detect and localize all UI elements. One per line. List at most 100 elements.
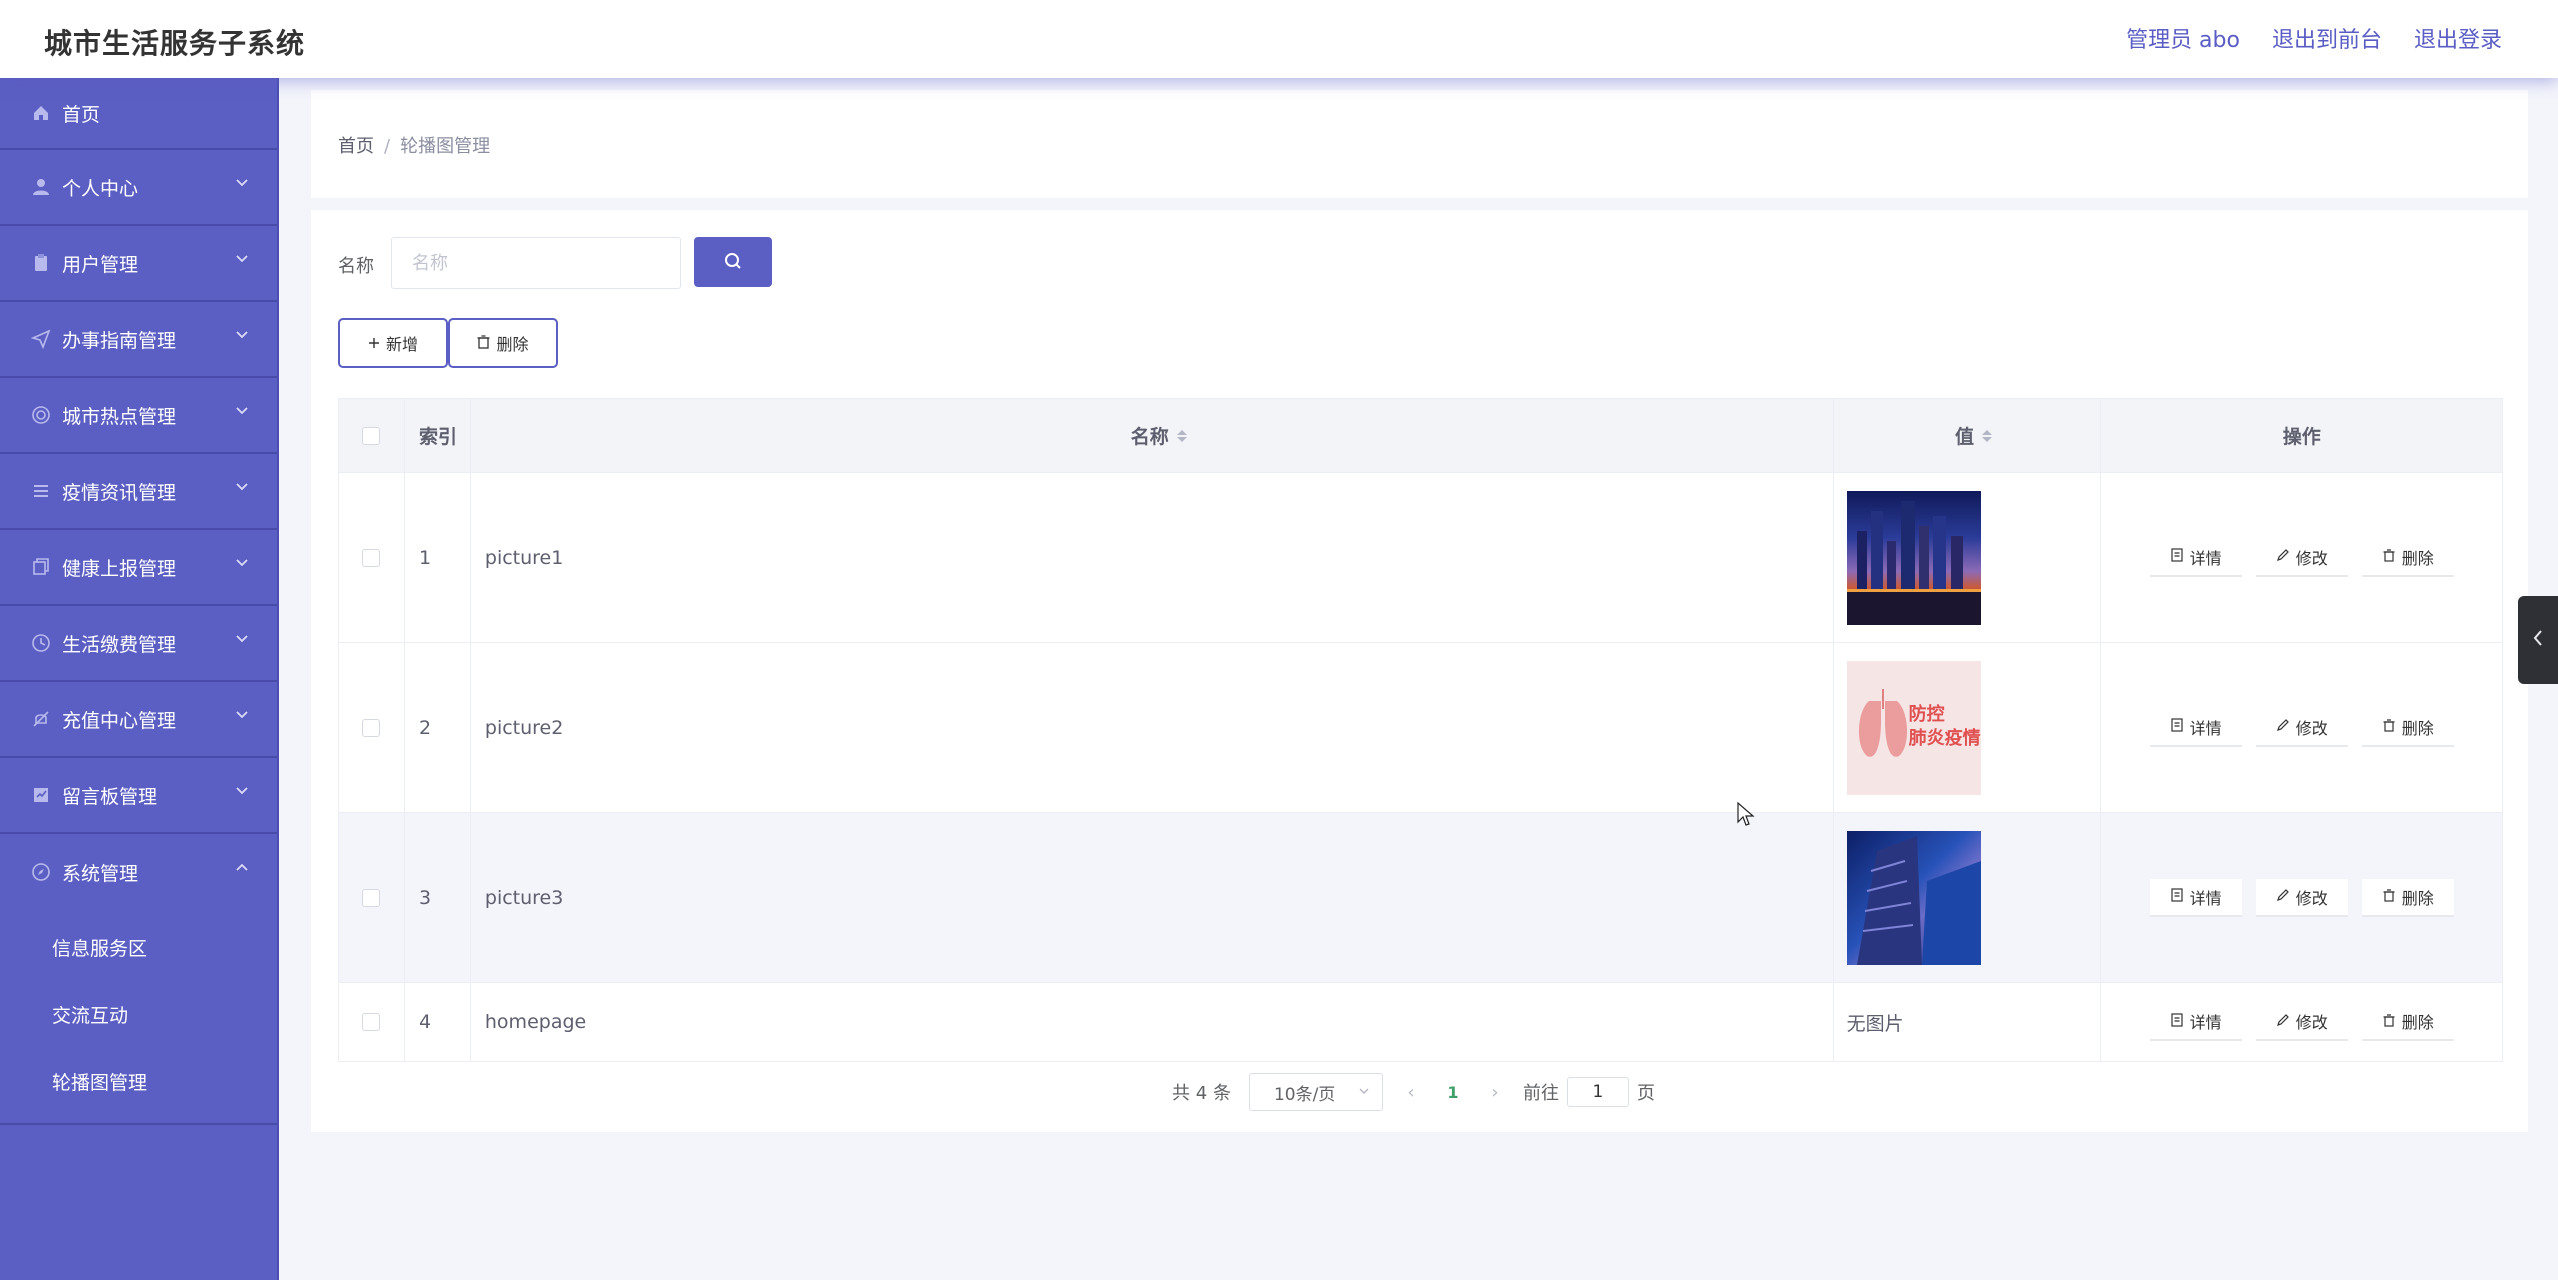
header-value[interactable]: 值 xyxy=(1834,399,2102,472)
detail-button[interactable]: 详情 xyxy=(2149,878,2242,917)
sidebar-item-system[interactable]: 系统管理 xyxy=(0,834,277,910)
edit-icon xyxy=(2276,1012,2290,1031)
row-check-cell xyxy=(339,813,405,982)
delete-button[interactable]: 删除 xyxy=(2361,878,2454,917)
row-checkbox[interactable] xyxy=(362,1013,381,1031)
edit-button[interactable]: 修改 xyxy=(2255,878,2348,917)
city-night-thumbnail[interactable] xyxy=(1846,490,1981,625)
detail-label: 详情 xyxy=(2189,548,2222,568)
sort-icon[interactable] xyxy=(1982,429,1993,442)
delete-label: 删除 xyxy=(2401,888,2434,908)
edit-label: 修改 xyxy=(2295,1013,2328,1032)
page-unit-label: 页 xyxy=(1636,1083,1655,1104)
row-checkbox[interactable] xyxy=(362,548,381,567)
total-count: 共 4 条 xyxy=(1172,1083,1231,1104)
row-check-cell xyxy=(339,643,405,812)
header-name[interactable]: 名称 xyxy=(471,399,1834,472)
delete-button[interactable]: 删除 xyxy=(2361,1003,2454,1041)
sidebar-item-home[interactable]: 首页 xyxy=(0,78,277,150)
page-jumper: 前往 页 xyxy=(1523,1077,1655,1107)
sidebar-item-message-board[interactable]: 留言板管理 xyxy=(0,758,277,834)
sidebar-item-hotspot[interactable]: 城市热点管理 xyxy=(0,378,277,454)
row-check-cell xyxy=(339,983,405,1061)
table-row: 2 picture2 防控 肺炎疫情 详情 修改 删除 xyxy=(339,643,2502,813)
sidebar-item-epidemic-news[interactable]: 疫情资讯管理 xyxy=(0,454,277,530)
page-number-current[interactable]: 1 xyxy=(1439,1083,1467,1102)
edit-label: 修改 xyxy=(2295,888,2328,908)
add-button-label: 新增 xyxy=(385,335,418,354)
sidebar-item-users[interactable]: 用户管理 xyxy=(0,226,277,302)
exit-to-front-link[interactable]: 退出到前台 xyxy=(2272,22,2382,54)
header-value-label: 值 xyxy=(1955,426,1975,448)
row-index: 2 xyxy=(405,643,471,812)
sidebar-item-guide[interactable]: 办事指南管理 xyxy=(0,302,277,378)
data-table: 索引 名称 值 操作 1 picture1 详情 修改 删除 2 picture… xyxy=(338,398,2503,1062)
select-all-checkbox[interactable] xyxy=(362,426,381,445)
send-icon xyxy=(30,328,52,350)
breadcrumb-home[interactable]: 首页 xyxy=(338,136,374,157)
trash-icon xyxy=(2382,547,2396,566)
detail-button[interactable]: 详情 xyxy=(2149,708,2242,747)
page-size-select[interactable]: 10条/页 xyxy=(1248,1073,1383,1111)
row-index: 1 xyxy=(405,473,471,642)
search-input[interactable] xyxy=(391,237,681,289)
edit-icon xyxy=(2276,547,2290,566)
row-checkbox[interactable] xyxy=(362,718,381,737)
sidebar-item-bills[interactable]: 生活缴费管理 xyxy=(0,606,277,682)
clipboard-icon xyxy=(30,252,52,274)
edit-button[interactable]: 修改 xyxy=(2255,708,2348,747)
row-checkbox[interactable] xyxy=(362,888,381,907)
edit-button[interactable]: 修改 xyxy=(2255,1003,2348,1041)
delete-button[interactable]: 删除 xyxy=(2361,708,2454,747)
row-ops: 详情 修改 删除 xyxy=(2101,473,2502,642)
sidebar-item-recharge[interactable]: 充值中心管理 xyxy=(0,682,277,758)
sidebar-item-personal-center[interactable]: 个人中心 xyxy=(0,150,277,226)
next-page-button[interactable]: › xyxy=(1485,1082,1505,1103)
detail-button[interactable]: 详情 xyxy=(2149,538,2242,577)
prev-page-button[interactable]: ‹ xyxy=(1401,1082,1421,1103)
add-button[interactable]: 新增 xyxy=(338,318,448,368)
top-header: 城市生活服务子系统 管理员 abo 退出到前台 退出登录 xyxy=(0,0,2558,78)
detail-label: 详情 xyxy=(2189,888,2222,908)
sidebar-item-label: 城市热点管理 xyxy=(62,405,177,428)
search-button[interactable] xyxy=(694,237,772,287)
sidebar-item-health-report[interactable]: 健康上报管理 xyxy=(0,530,277,606)
system-submenu: 信息服务区 交流互动 轮播图管理 xyxy=(0,910,277,1125)
detail-button[interactable]: 详情 xyxy=(2149,1003,2242,1041)
goto-label: 前往 xyxy=(1522,1083,1559,1104)
submenu-item-info-service[interactable]: 信息服务区 xyxy=(0,914,277,981)
building-thumbnail[interactable] xyxy=(1846,830,1981,965)
chevron-down-icon xyxy=(235,480,249,494)
goto-page-input[interactable] xyxy=(1566,1077,1629,1107)
plus-icon xyxy=(368,334,380,353)
chevron-down-icon xyxy=(235,632,249,646)
epidemic-poster-thumbnail[interactable]: 防控 肺炎疫情 xyxy=(1846,660,1981,795)
delete-button[interactable]: 删除 xyxy=(2361,538,2454,577)
submenu-item-carousel[interactable]: 轮播图管理 xyxy=(0,1048,277,1115)
delete-label: 删除 xyxy=(2401,1013,2434,1032)
breadcrumb: 首页 / 轮播图管理 xyxy=(338,132,490,158)
submenu-item-interaction[interactable]: 交流互动 xyxy=(0,981,277,1048)
chevron-down-icon xyxy=(235,328,249,342)
logout-link[interactable]: 退出登录 xyxy=(2414,22,2502,54)
row-value: 无图片 xyxy=(1834,983,2102,1061)
row-name: homepage xyxy=(471,983,1834,1061)
detail-label: 详情 xyxy=(2189,1013,2222,1032)
user-icon xyxy=(30,176,52,198)
poster-text: 防控 肺炎疫情 xyxy=(1908,703,1981,749)
trash-icon xyxy=(477,334,490,353)
batch-delete-button[interactable]: 删除 xyxy=(448,318,558,368)
chevron-down-icon xyxy=(235,556,249,570)
edit-button[interactable]: 修改 xyxy=(2255,538,2348,577)
sidebar-item-label: 首页 xyxy=(62,103,101,126)
admin-label: 管理员 abo xyxy=(2126,28,2240,53)
side-panel-toggle[interactable] xyxy=(2518,596,2558,684)
row-name: picture1 xyxy=(471,473,1834,642)
home-icon xyxy=(30,102,52,124)
chevron-left-icon xyxy=(2531,628,2545,652)
delete-label: 删除 xyxy=(2401,548,2434,568)
chevron-down-icon xyxy=(235,176,249,190)
document-icon xyxy=(2170,717,2184,736)
chevron-down-icon xyxy=(235,404,249,418)
sort-icon[interactable] xyxy=(1176,429,1187,442)
